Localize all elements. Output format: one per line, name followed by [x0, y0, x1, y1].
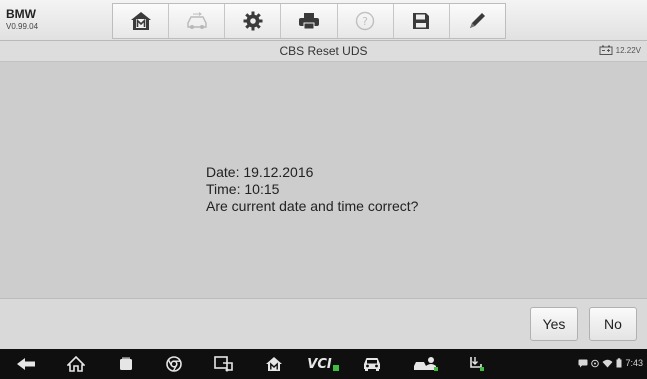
car-swap-icon: [187, 12, 207, 29]
home-m-icon: [130, 12, 151, 30]
settings-button[interactable]: [225, 4, 282, 38]
wifi-icon: [602, 359, 613, 367]
message-icon: [578, 359, 588, 367]
vehicle-swap-button[interactable]: [169, 4, 226, 38]
vci-status-icon: [332, 365, 339, 371]
toolbar-buttons: ?: [112, 3, 506, 39]
back-icon: [17, 358, 35, 370]
yes-button[interactable]: Yes: [530, 307, 578, 341]
maxisys-home-icon: [266, 357, 282, 371]
action-bar: Yes No: [0, 298, 647, 349]
page-title: CBS Reset UDS: [279, 44, 368, 58]
vehicle-brand: BMW V0.99.04: [6, 8, 38, 31]
update-button[interactable]: [462, 349, 490, 379]
home-icon: [67, 356, 85, 372]
printer-icon: [298, 13, 319, 30]
help-icon: ?: [355, 11, 375, 31]
recents-icon: [120, 357, 132, 370]
message-area: Date: 19.12.2016 Time: 10:15 Are current…: [0, 62, 647, 298]
print-button[interactable]: [281, 4, 338, 38]
shop-icon: [214, 356, 233, 372]
battery-status-icon: [616, 358, 622, 368]
voltage-value: 12.22V: [615, 45, 641, 55]
update-icon: [470, 357, 484, 371]
svg-text:?: ?: [362, 15, 368, 28]
no-button[interactable]: No: [589, 307, 637, 341]
vci-icon: VCI: [307, 356, 332, 372]
version-label: V0.99.04: [6, 22, 39, 31]
battery-icon: [599, 45, 613, 55]
car-icon: [364, 358, 380, 371]
status-area: 7:43: [578, 358, 643, 368]
title-bar: CBS Reset UDS 12.22V: [0, 41, 647, 62]
clock: 7:43: [625, 358, 643, 368]
gear-icon: [243, 11, 263, 31]
brand-label: BMW: [6, 7, 36, 21]
chrome-button[interactable]: [160, 349, 188, 379]
battery-voltage: 12.22V: [599, 45, 641, 55]
remote-expert-icon: [414, 357, 438, 371]
vci-button[interactable]: VCI: [306, 349, 340, 379]
top-toolbar: BMW V0.99.04 ?: [0, 0, 647, 41]
confirmation-message: Date: 19.12.2016 Time: 10:15 Are current…: [206, 164, 418, 215]
home-button[interactable]: [113, 4, 170, 38]
location-icon: [591, 359, 600, 367]
date-line: Date: 19.12.2016: [206, 164, 314, 180]
pen-icon: [470, 13, 486, 28]
recents-button[interactable]: [112, 349, 140, 379]
data-logging-button[interactable]: [449, 4, 505, 38]
remote-expert-button[interactable]: [410, 349, 442, 379]
shop-button[interactable]: [210, 349, 238, 379]
time-line: Time: 10:15: [206, 181, 280, 197]
system-nav-bar: VCI 7:43: [0, 349, 647, 379]
maxisys-home-button[interactable]: [260, 349, 288, 379]
back-button[interactable]: [12, 349, 40, 379]
confirm-question: Are current date and time correct?: [206, 198, 419, 214]
android-home-button[interactable]: [62, 349, 90, 379]
chrome-icon: [166, 356, 182, 372]
save-icon: [413, 13, 430, 29]
help-button[interactable]: ?: [337, 4, 394, 38]
save-button[interactable]: [393, 4, 450, 38]
vehicle-button[interactable]: [358, 349, 386, 379]
